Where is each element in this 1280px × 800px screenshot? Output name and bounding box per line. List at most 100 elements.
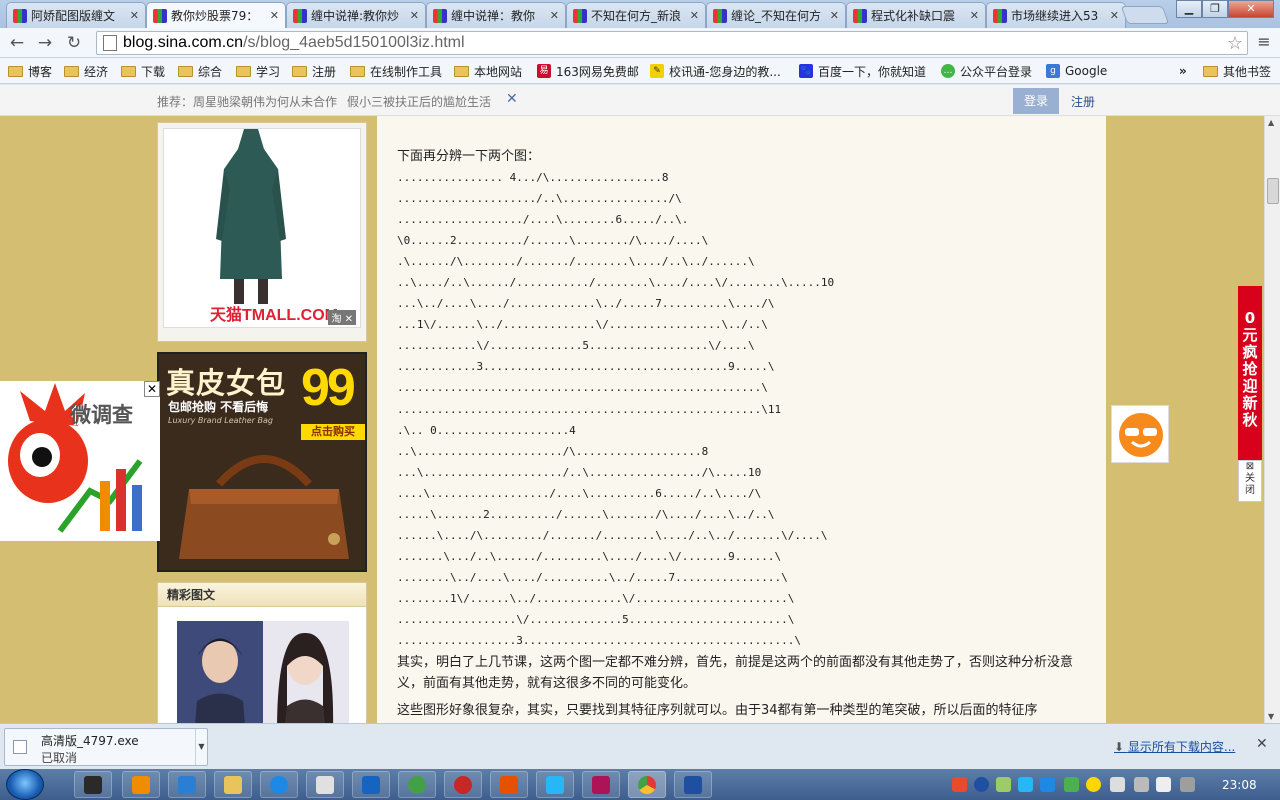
- network-icon[interactable]: [1156, 777, 1171, 792]
- word-icon: [684, 776, 702, 794]
- shield-icon[interactable]: [1064, 777, 1079, 792]
- chevron-down-icon[interactable]: ▼: [195, 729, 207, 765]
- taskbar-app[interactable]: [214, 771, 252, 798]
- bookmark-item[interactable]: 🐾 百度一下，你就知道: [799, 63, 926, 79]
- taskbar-app[interactable]: [74, 771, 112, 798]
- taskbar-app[interactable]: [674, 771, 712, 798]
- chat-robot-widget[interactable]: [1111, 405, 1169, 463]
- tab[interactable]: 缠中说禅：教你 ✕: [426, 2, 566, 28]
- taskbar-app[interactable]: [582, 771, 620, 798]
- start-button[interactable]: [6, 769, 44, 800]
- bookmark-folder[interactable]: 注册: [292, 63, 336, 79]
- download-status: 已取消: [41, 751, 78, 765]
- tab-active[interactable]: 教你炒股票79： ✕: [146, 2, 286, 28]
- folder-icon: [350, 65, 365, 77]
- recommend-links: 推荐：周星驰梁朝伟为何从未合作 假小三被扶正后的尴尬生活: [157, 93, 501, 110]
- bookmark-folder[interactable]: 本地网站: [454, 63, 522, 79]
- close-icon[interactable]: ✕: [1110, 9, 1119, 22]
- bookmark-folder[interactable]: 博客: [8, 63, 52, 79]
- buy-button[interactable]: 点击购买: [301, 424, 365, 440]
- close-icon[interactable]: ✕: [830, 9, 839, 22]
- tab[interactable]: 阿娇配图版缠文 ✕: [6, 2, 146, 28]
- forward-icon[interactable]: →: [34, 32, 56, 54]
- folder-icon: [8, 65, 23, 77]
- promo-side-banner[interactable]: 0元疯抢迎新秋 ⊠ 关闭: [1238, 286, 1262, 502]
- show-all-downloads-link[interactable]: ⬇ 显示所有下载内容...: [1114, 738, 1235, 755]
- taskbar-app[interactable]: [168, 771, 206, 798]
- recommend-link[interactable]: 假小三被扶正后的尴尬生活: [347, 95, 491, 109]
- bookmark-folder[interactable]: 学习: [236, 63, 280, 79]
- tab[interactable]: 缠中说禅:教你炒 ✕: [286, 2, 426, 28]
- tray-icon[interactable]: [1040, 777, 1055, 792]
- reload-icon[interactable]: ↻: [63, 32, 85, 54]
- other-bookmarks[interactable]: 其他书签: [1203, 63, 1271, 79]
- tray-icon[interactable]: [1110, 777, 1125, 792]
- tab[interactable]: 程式化补缺口震 ✕: [846, 2, 986, 28]
- bookmark-folder[interactable]: 在线制作工具: [350, 63, 442, 79]
- volume-icon[interactable]: [1134, 777, 1149, 792]
- maximize-button[interactable]: ❐: [1202, 0, 1228, 18]
- back-icon[interactable]: ←: [6, 32, 28, 54]
- bookmark-item[interactable]: … 公众平台登录: [941, 63, 1032, 79]
- page-scrollbar[interactable]: ▲ ▼: [1264, 116, 1280, 723]
- taskbar-app[interactable]: [260, 771, 298, 798]
- close-icon[interactable]: ✕: [130, 9, 139, 22]
- taskbar-app[interactable]: [122, 771, 160, 798]
- download-item[interactable]: 高清版_4797.exe 已取消 ▼: [4, 728, 208, 766]
- tmall-dress-ad[interactable]: 天猫TMALL.COM 淘 ✕: [157, 122, 367, 342]
- bookmark-item[interactable]: 易 163网易免费邮: [537, 63, 639, 79]
- bookmarks-more-button[interactable]: »: [1179, 63, 1187, 79]
- new-tab-button[interactable]: [1120, 6, 1170, 24]
- promo-char: 抢: [1242, 360, 1258, 378]
- close-icon[interactable]: ✕: [270, 9, 279, 22]
- scrollbar-thumb[interactable]: [1267, 178, 1279, 204]
- app-icon: [408, 776, 426, 794]
- featured-photo[interactable]: [177, 621, 349, 723]
- taskbar-app[interactable]: [490, 771, 528, 798]
- taskbar-app[interactable]: [352, 771, 390, 798]
- bookmark-item[interactable]: ✎ 校讯通-您身边的教...: [650, 63, 781, 79]
- scroll-down-icon[interactable]: ▼: [1268, 712, 1274, 721]
- ad-tag[interactable]: 淘 ✕: [328, 310, 356, 325]
- address-bar[interactable]: blog.sina.com.cn/s/blog_4aeb5d150100l3iz…: [96, 31, 1248, 55]
- register-link[interactable]: 注册: [1071, 93, 1095, 110]
- taskbar-app[interactable]: [444, 771, 482, 798]
- leather-bag-ad[interactable]: 真皮女包 包邮抢购 不看后悔 Luxury Brand Leather Bag …: [157, 352, 367, 572]
- taskbar-app-chrome[interactable]: [628, 771, 666, 798]
- star-icon[interactable]: ☆: [1223, 33, 1247, 54]
- bookmark-item[interactable]: g Google: [1046, 63, 1107, 79]
- menu-icon[interactable]: ≡: [1254, 32, 1274, 51]
- promo-close-button[interactable]: ⊠ 关闭: [1238, 460, 1262, 502]
- tab[interactable]: 不知在何方_新浪 ✕: [566, 2, 706, 28]
- clock[interactable]: 23:08: [1222, 778, 1257, 792]
- recommend-link[interactable]: 周星驰梁朝伟为何从未合作: [193, 95, 337, 109]
- taskbar-app[interactable]: [306, 771, 344, 798]
- bookmark-folder[interactable]: 下载: [121, 63, 165, 79]
- close-icon[interactable]: ✕: [970, 9, 979, 22]
- tab[interactable]: 缠论_不知在何方 ✕: [706, 2, 846, 28]
- tray-icon[interactable]: [1086, 777, 1101, 792]
- close-icon[interactable]: ✕: [506, 91, 518, 107]
- taskbar-app[interactable]: [536, 771, 574, 798]
- article-paragraph: 其实，明白了上几节课，这两个图一定都不难分辨，首先，前提是这两个的前面都没有其他…: [397, 655, 1074, 692]
- window-close-button[interactable]: ✕: [1228, 0, 1274, 18]
- tray-icon[interactable]: [952, 777, 967, 792]
- close-icon[interactable]: ✕: [1256, 736, 1268, 752]
- weibo-survey-ad[interactable]: 微调查 ✕: [0, 381, 160, 541]
- page-content: 天猫TMALL.COM 淘 ✕ 真皮女包 包邮抢购 不看后悔 Luxury Br…: [0, 116, 1264, 723]
- bookmark-folder[interactable]: 综合: [178, 63, 222, 79]
- scroll-up-icon[interactable]: ▲: [1268, 118, 1274, 127]
- signal-icon[interactable]: [1180, 777, 1195, 792]
- taskbar-app[interactable]: [398, 771, 436, 798]
- tray-icon[interactable]: [996, 777, 1011, 792]
- close-icon[interactable]: ✕: [410, 9, 419, 22]
- close-icon[interactable]: ✕: [144, 381, 160, 397]
- login-button[interactable]: 登录: [1013, 88, 1059, 114]
- bookmark-folder[interactable]: 经济: [64, 63, 108, 79]
- minimize-button[interactable]: ▁: [1176, 0, 1202, 18]
- tray-icon[interactable]: [1018, 777, 1033, 792]
- close-icon[interactable]: ✕: [690, 9, 699, 22]
- tab[interactable]: 市场继续进入53 ✕: [986, 2, 1126, 28]
- help-icon[interactable]: [974, 777, 989, 792]
- close-icon[interactable]: ✕: [550, 9, 559, 22]
